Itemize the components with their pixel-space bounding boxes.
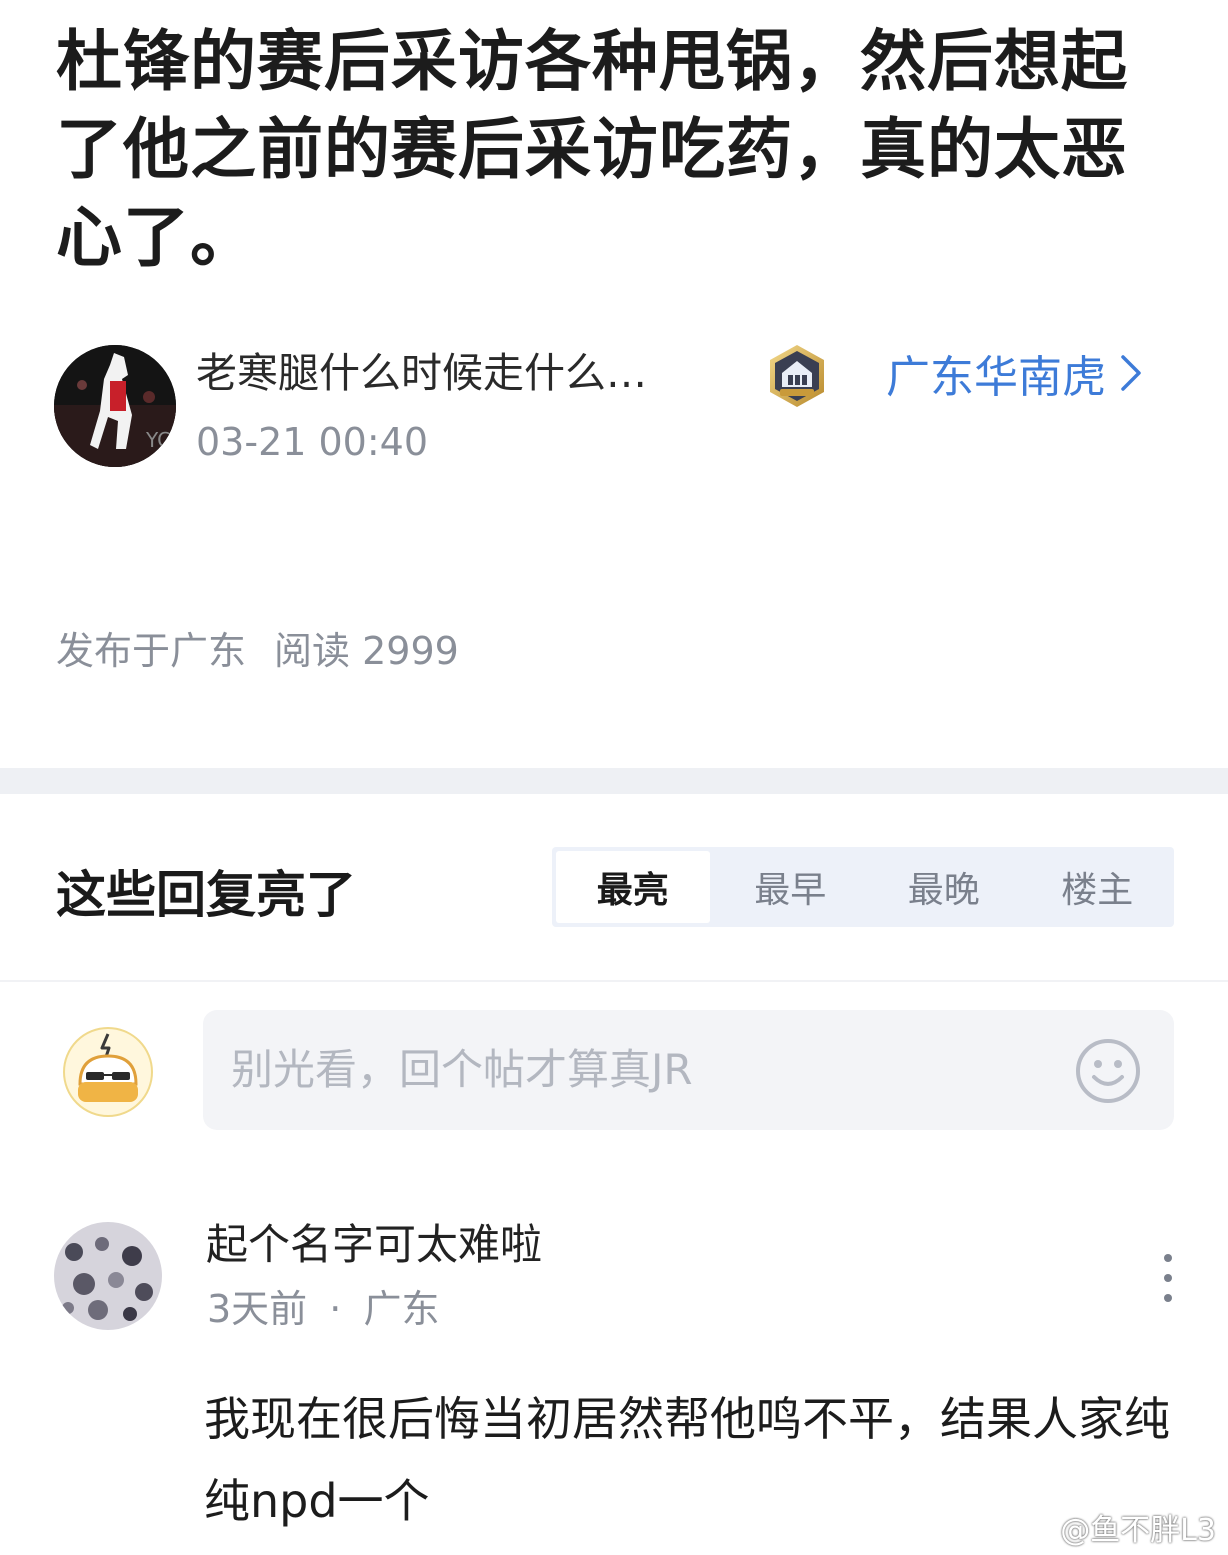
author-row: YC 老寒腿什么时候走什么… 03-21 00:40 广东华南虎 (54, 345, 1174, 470)
comment-location: 广东 (363, 1287, 440, 1331)
reply-input[interactable]: 别光看，回个帖才算真JR (203, 1010, 1174, 1130)
emoji-icon[interactable] (1074, 1037, 1142, 1105)
post-title: 杜锋的赛后采访各种甩锅，然后想起了他之前的赛后采访吃药，真的太恶心了。 (56, 23, 1128, 276)
watermark: @鱼不胖L3 (1014, 1505, 1216, 1549)
author-avatar[interactable]: YC (54, 345, 176, 467)
reply-sort-tabs: 最亮 最早 最晚 楼主 (552, 847, 1174, 927)
comment-time: 3天前 (207, 1287, 308, 1331)
svg-text:YC: YC (145, 428, 171, 452)
board-link[interactable]: 广东华南虎 (886, 343, 1144, 403)
more-options-icon[interactable] (1150, 1252, 1186, 1304)
tab-op-only[interactable]: 楼主 (1021, 847, 1175, 927)
tab-latest[interactable]: 最晚 (867, 847, 1021, 927)
author-name[interactable]: 老寒腿什么时候走什么… (196, 345, 647, 401)
weibo-logo-icon (1015, 1513, 1052, 1543)
post-location: 发布于广东 (56, 629, 247, 673)
reply-input-placeholder: 别光看，回个帖才算真JR (231, 1045, 693, 1094)
divider (0, 980, 1228, 982)
tab-brightest[interactable]: 最亮 (556, 851, 710, 923)
board-badge-icon (764, 343, 830, 409)
comment-item: 起个名字可太难啦 3天前 · 广东 我现在很后悔当初居然帮他鸣不平，结果人家纯纯… (54, 1218, 1184, 1548)
section-divider (0, 768, 1228, 794)
replies-section-title: 这些回复亮了 (56, 866, 356, 924)
chevron-right-icon (1121, 355, 1141, 391)
board-name: 广东华南虎 (886, 352, 1106, 403)
my-avatar[interactable] (62, 1026, 154, 1118)
comment-username[interactable]: 起个名字可太难啦 (206, 1218, 542, 1272)
post-time: 03-21 00:40 (196, 420, 429, 464)
post-reads: 阅读 2999 (274, 629, 459, 673)
comment-meta-separator: · (329, 1287, 342, 1331)
comment-avatar[interactable] (54, 1222, 162, 1330)
comment-meta: 3天前 · 广东 (207, 1284, 439, 1334)
watermark-text: @鱼不胖L3 (1060, 1513, 1216, 1548)
tab-earliest[interactable]: 最早 (714, 847, 868, 927)
post-meta: 发布于广东 阅读 2999 (56, 620, 459, 675)
